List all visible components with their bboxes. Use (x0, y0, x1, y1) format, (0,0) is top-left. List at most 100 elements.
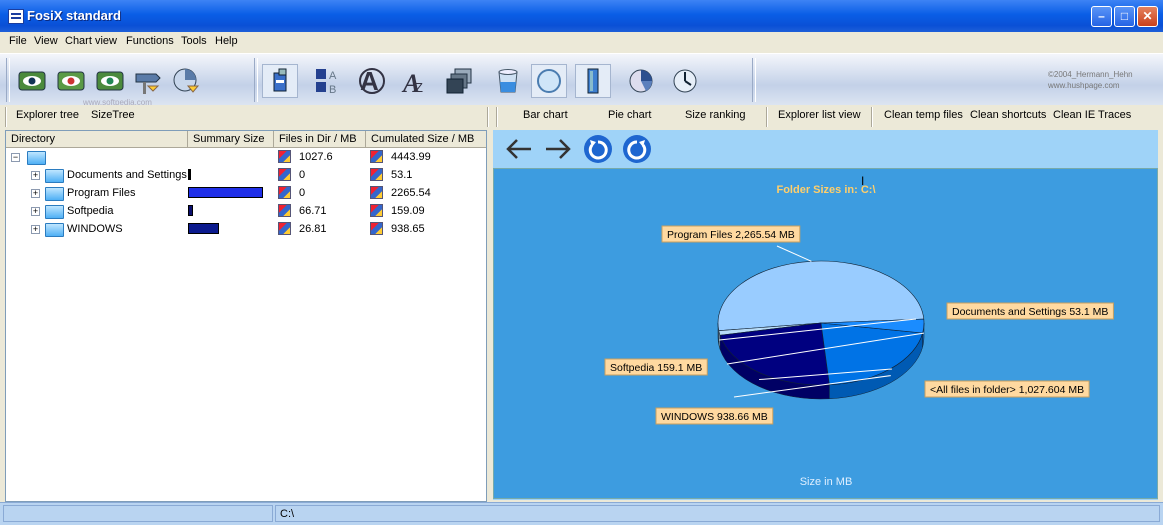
zoom-icon[interactable] (531, 64, 567, 98)
column-header-summary-size[interactable]: Summary Size (188, 131, 274, 148)
tab-explorer-tree[interactable]: Explorer tree (16, 109, 79, 121)
cumulated-size-value: 53.1 (391, 169, 413, 181)
slice-leader-line (776, 245, 812, 262)
toolbar-separator (752, 58, 756, 102)
pie-chart-area[interactable]: Program Files 2,265.54 MB Documents and S… (493, 168, 1158, 499)
tree-row[interactable]: + Documents and Settings 0 53.1 (6, 167, 486, 185)
menu-chart-view[interactable]: Chart view (65, 35, 117, 47)
sort-size-icon[interactable]: A (357, 66, 387, 96)
tab-separator (487, 107, 489, 127)
root-cumulated-size: 4443.99 (391, 151, 431, 163)
copyright-line: ©2004_Hermann_Hehn (1048, 70, 1133, 79)
status-pane-left (3, 505, 273, 522)
files-cube-icon (278, 222, 291, 235)
sort-name-icon[interactable]: AZ (401, 66, 431, 96)
status-path: C:\ (275, 505, 1160, 522)
title-bar: FosiX standard – □ ✕ (0, 0, 1163, 33)
cumulated-cube-icon (370, 168, 383, 181)
forward-arrow-icon[interactable] (542, 134, 574, 164)
text-cursor-icon: I (861, 174, 864, 188)
bucket-icon[interactable] (493, 66, 523, 96)
cumulated-cube-icon (370, 222, 383, 235)
tab-bar-chart[interactable]: Bar chart (523, 109, 568, 121)
folder-icon (45, 205, 64, 219)
menu-file[interactable]: File (9, 35, 27, 47)
tree-row[interactable]: + WINDOWS 26.81 938.65 (6, 221, 486, 239)
collapse-icon[interactable]: − (11, 153, 20, 162)
bar-icon[interactable] (575, 64, 611, 98)
expand-icon[interactable]: + (31, 225, 40, 234)
tree-row[interactable]: + Softpedia 66.71 159.09 (6, 203, 486, 221)
column-header-files-in-dir[interactable]: Files in Dir / MB (274, 131, 366, 148)
summary-size-bar (188, 223, 219, 234)
scan-folder-icon[interactable] (56, 66, 86, 96)
svg-text:B: B (329, 84, 336, 96)
tab-pie-chart[interactable]: Pie chart (608, 109, 651, 121)
scan-network-icon[interactable] (95, 66, 125, 96)
minimize-button[interactable]: – (1091, 6, 1112, 27)
expand-icon[interactable]: + (31, 189, 40, 198)
tab-clean-shortcuts[interactable]: Clean shortcuts (970, 109, 1046, 121)
view-tab-bar: Explorer tree SizeTree Bar chart Pie cha… (0, 105, 1163, 129)
export-icon[interactable] (133, 66, 163, 96)
tab-separator (496, 107, 498, 127)
files-in-dir-value: 0 (299, 187, 306, 199)
status-bar: C:\ (0, 502, 1163, 525)
directory-tree-panel: Directory Summary Size Files in Dir / MB… (5, 130, 487, 502)
maximize-button[interactable]: □ (1114, 6, 1135, 27)
window-title: FosiX standard (27, 8, 121, 23)
layers-icon[interactable] (445, 66, 475, 96)
files-cube-icon (278, 186, 291, 199)
pie-export-icon[interactable] (171, 66, 201, 96)
summary-size-bar (188, 169, 191, 180)
tab-size-ranking[interactable]: Size ranking (685, 109, 746, 121)
svg-text:A: A (329, 70, 337, 82)
cumulated-size-value: 938.65 (391, 223, 425, 235)
tab-separator (766, 107, 768, 127)
expand-icon[interactable]: + (31, 171, 40, 180)
files-cube-icon (278, 168, 291, 181)
menu-help[interactable]: Help (215, 35, 238, 47)
folder-name: WINDOWS (67, 223, 123, 235)
summary-size-bar (188, 187, 263, 198)
clock-chart-icon[interactable] (670, 66, 700, 96)
toolbar: AB A AZ ©2004_Hermann_Hehn www.hushpage.… (0, 53, 1163, 107)
folder-name: Softpedia (67, 205, 114, 217)
slice-label: Softpedia 159.1 MB (610, 362, 702, 374)
close-button[interactable]: ✕ (1137, 6, 1158, 27)
files-cube-icon (278, 204, 291, 217)
tab-clean-temp-files[interactable]: Clean temp files (884, 109, 963, 121)
toolbar-separator (254, 58, 258, 102)
pie-slice[interactable] (820, 322, 924, 386)
tree-row[interactable]: + Program Files 0 2265.54 (6, 185, 486, 203)
chart-panel: Program Files 2,265.54 MB Documents and S… (493, 130, 1158, 500)
chart-axis-label: Size in MB (800, 476, 853, 488)
cumulated-size-value: 2265.54 (391, 187, 431, 199)
files-cube-icon (278, 150, 291, 163)
menu-tools[interactable]: Tools (181, 35, 207, 47)
column-header-directory[interactable]: Directory (6, 131, 188, 148)
rotate-right-icon[interactable] (621, 134, 653, 164)
cumulated-size-value: 159.09 (391, 205, 425, 217)
back-arrow-icon[interactable] (503, 134, 535, 164)
list-view-icon[interactable]: AB (313, 66, 343, 96)
rotate-left-icon[interactable] (582, 134, 614, 164)
tab-sizetree[interactable]: SizeTree (91, 109, 135, 121)
tab-explorer-list-view[interactable]: Explorer list view (778, 109, 861, 121)
scan-drive-icon[interactable] (17, 66, 47, 96)
maximize-icon: □ (1120, 9, 1129, 23)
menu-functions[interactable]: Functions (126, 35, 174, 47)
summary-size-bar (188, 205, 193, 216)
copyright-notice: ©2004_Hermann_Hehn www.hushpage.com (1048, 69, 1133, 91)
folder-icon (45, 169, 64, 183)
tab-clean-ie-traces[interactable]: Clean IE Traces (1053, 109, 1131, 121)
slice-label: <All files in folder> 1,027.604 MB (930, 384, 1084, 396)
folder-name: Documents and Settings (67, 169, 187, 181)
column-header-cumulated-size[interactable]: Cumulated Size / MB (366, 131, 486, 148)
menu-view[interactable]: View (34, 35, 58, 47)
expand-icon[interactable]: + (31, 207, 40, 216)
pie-chart-icon[interactable] (626, 66, 656, 96)
tree-row-root[interactable]: − 1027.6 4443.99 (6, 149, 486, 167)
app-icon (8, 9, 24, 24)
properties-icon[interactable] (262, 64, 298, 98)
